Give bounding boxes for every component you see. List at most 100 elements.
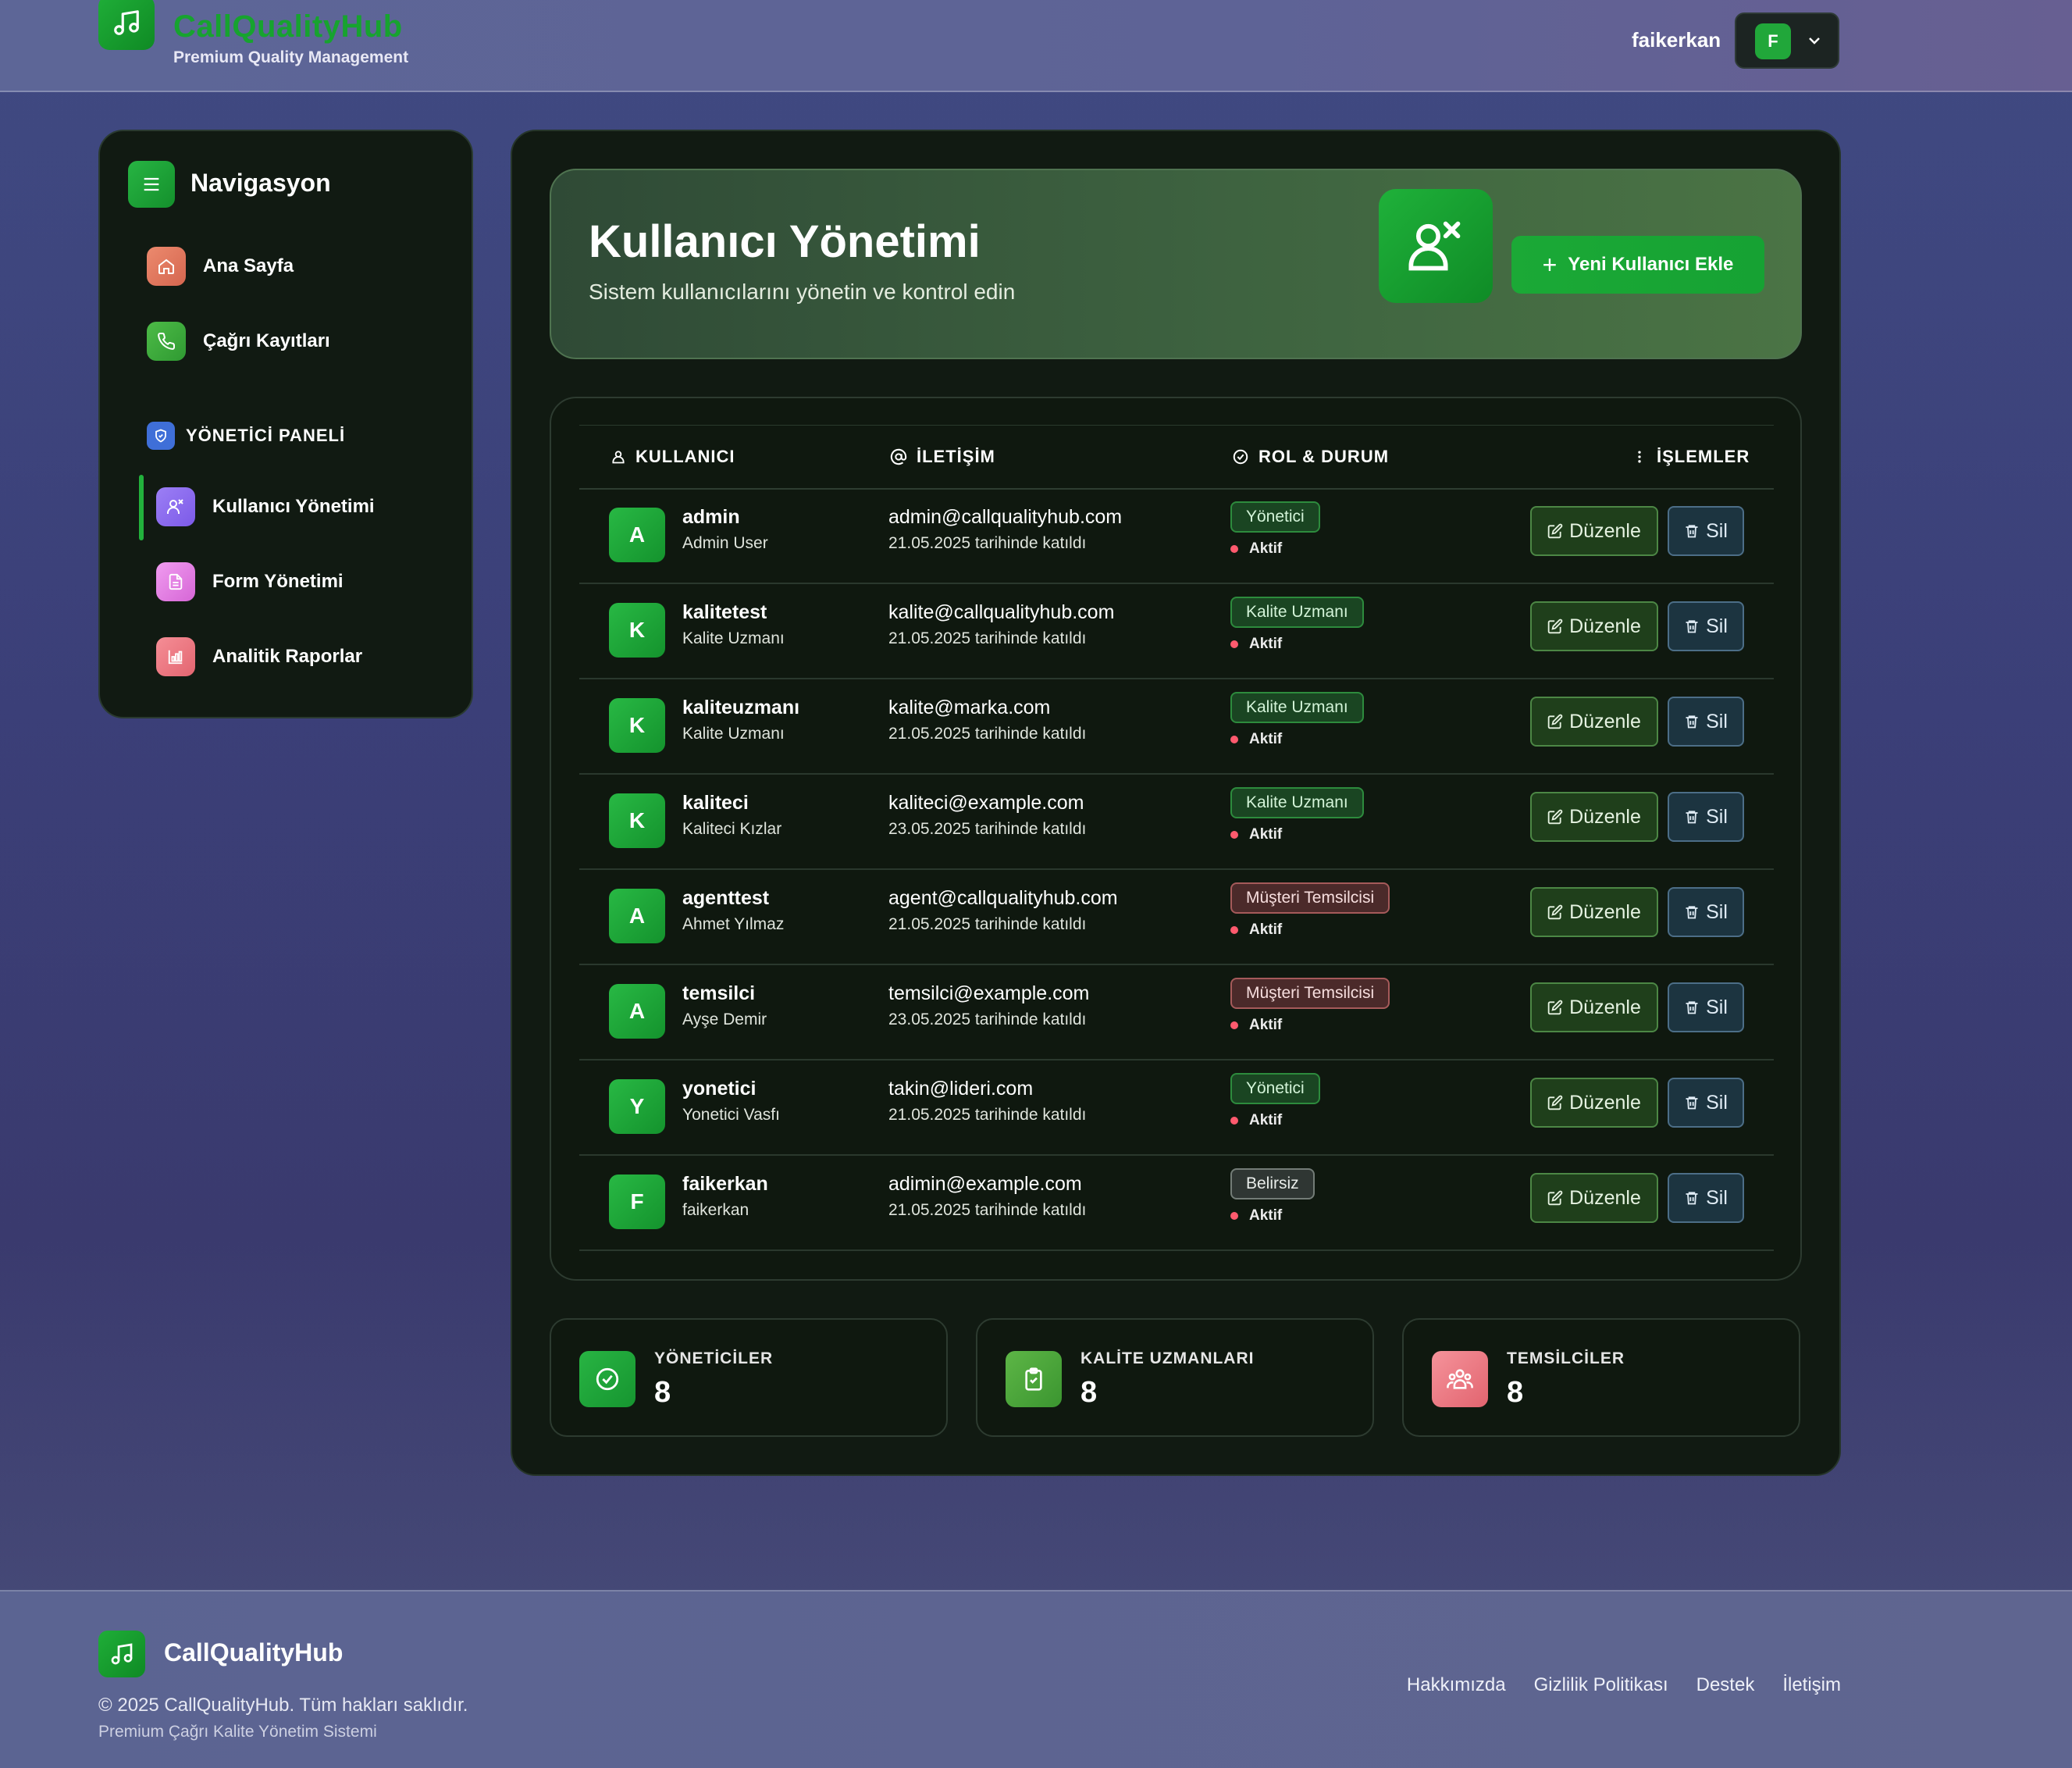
avatar: F xyxy=(1755,23,1791,59)
edit-label: Düzenle xyxy=(1569,1091,1641,1114)
table-row: Kkaliteuzmanı Kalite Uzmanı kalite@marka.c… xyxy=(579,678,1774,775)
footer-links: Hakkımızda Gizlilik Politikası Destek İl… xyxy=(1379,1674,1841,1696)
more-vertical-icon xyxy=(1638,451,1641,463)
edit-label: Düzenle xyxy=(1569,615,1641,637)
row-joined-date: 21.05.2025 tarihinde katıldı xyxy=(888,1201,1087,1219)
row-username: kalitetest xyxy=(682,601,767,623)
delete-button[interactable]: Sil xyxy=(1668,1078,1744,1128)
edit-icon xyxy=(1547,1095,1563,1110)
edit-button[interactable]: Düzenle xyxy=(1530,506,1658,556)
row-fullname: Kaliteci Kızlar xyxy=(682,820,782,838)
trash-icon xyxy=(1686,525,1698,538)
row-email: kalite@callqualityhub.com xyxy=(888,601,1115,623)
row-username: temsilci xyxy=(682,982,756,1004)
row-email: kaliteci@example.com xyxy=(888,792,1084,814)
avatar: A xyxy=(609,889,665,943)
music-logo-icon xyxy=(98,1631,145,1677)
role-badge: Belirsiz xyxy=(1230,1168,1315,1199)
row-fullname: Ahmet Yılmaz xyxy=(682,915,785,933)
edit-button[interactable]: Düzenle xyxy=(1530,792,1658,842)
users-table: KULLANICI İLETİŞİM ROL & DURUM İŞLEMLER … xyxy=(550,397,1802,1281)
sidebar-item-calls[interactable]: Çağrı Kayıtları xyxy=(100,314,520,369)
avatar: F xyxy=(609,1175,665,1229)
delete-button[interactable]: Sil xyxy=(1668,982,1744,1032)
sidebar-item-analytics[interactable]: Analitik Raporlar xyxy=(100,629,529,684)
user-menu-button[interactable]: F xyxy=(1735,12,1839,69)
check-circle-icon xyxy=(1233,449,1248,465)
table-row: Aagenttest Ahmet Yılmaz agent@callqualityh… xyxy=(579,868,1774,965)
brand-name[interactable]: CallQualityHub xyxy=(173,9,403,45)
avatar: A xyxy=(609,508,665,562)
sidebar-item-user-management[interactable]: Kullanıcı Yönetimi xyxy=(100,479,529,534)
table-row: Yyonetici Yonetici Vasfı takin@lideri.com 2… xyxy=(579,1059,1774,1156)
add-user-button[interactable]: + Yeni Kullanıcı Ekle xyxy=(1511,236,1764,294)
trash-icon xyxy=(1686,906,1698,919)
footer-link-privacy[interactable]: Gizlilik Politikası xyxy=(1534,1674,1668,1696)
user-manage-icon xyxy=(156,487,195,526)
edit-button[interactable]: Düzenle xyxy=(1530,601,1658,651)
delete-button[interactable]: Sil xyxy=(1668,1173,1744,1223)
delete-button[interactable]: Sil xyxy=(1668,697,1744,747)
trash-icon xyxy=(1686,1192,1698,1205)
row-email: takin@lideri.com xyxy=(888,1078,1034,1100)
role-badge: Yönetici xyxy=(1230,1073,1320,1104)
edit-icon xyxy=(1547,618,1563,634)
sidebar-item-home[interactable]: Ana Sayfa xyxy=(100,239,520,294)
role-badge: Yönetici xyxy=(1230,501,1320,533)
trash-icon xyxy=(1686,811,1698,824)
edit-label: Düzenle xyxy=(1569,710,1641,733)
edit-button[interactable]: Düzenle xyxy=(1530,697,1658,747)
status-badge: Aktif xyxy=(1230,921,1282,939)
delete-button[interactable]: Sil xyxy=(1668,792,1744,842)
footer-link-about[interactable]: Hakkımızda xyxy=(1407,1674,1506,1696)
row-email: adimin@example.com xyxy=(888,1173,1082,1195)
status-text: Aktif xyxy=(1249,921,1283,938)
edit-button[interactable]: Düzenle xyxy=(1530,982,1658,1032)
row-email: agent@callqualityhub.com xyxy=(888,887,1118,909)
page-subtitle: Sistem kullanıcılarını yönetin ve kontro… xyxy=(589,280,1016,304)
sidebar-item-label: Form Yönetimi xyxy=(212,571,344,592)
stat-label: YÖNETİCİLER xyxy=(654,1349,774,1367)
delete-button[interactable]: Sil xyxy=(1668,506,1744,556)
role-badge: Kalite Uzmanı xyxy=(1230,692,1364,723)
phone-icon xyxy=(147,322,186,361)
row-joined-date: 23.05.2025 tarihinde katıldı xyxy=(888,1011,1087,1028)
status-text: Aktif xyxy=(1249,636,1283,652)
chart-icon xyxy=(156,637,195,676)
sidebar-item-forms[interactable]: Form Yönetimi xyxy=(100,554,529,609)
stat-value: 8 xyxy=(1507,1376,1524,1409)
status-text: Aktif xyxy=(1249,1017,1283,1033)
edit-button[interactable]: Düzenle xyxy=(1530,887,1658,937)
status-dot xyxy=(1230,545,1238,553)
delete-button[interactable]: Sil xyxy=(1668,887,1744,937)
row-fullname: faikerkan xyxy=(682,1201,749,1219)
role-badge: Kalite Uzmanı xyxy=(1230,597,1364,628)
status-dot xyxy=(1230,736,1238,743)
status-badge: Aktif xyxy=(1230,636,1282,653)
music-logo-icon[interactable] xyxy=(98,0,155,50)
footer-link-contact[interactable]: İletişim xyxy=(1782,1674,1841,1696)
status-text: Aktif xyxy=(1249,1112,1283,1128)
footer-copyright: © 2025 CallQualityHub. Tüm hakları saklı… xyxy=(98,1695,468,1716)
stat-value: 8 xyxy=(654,1376,671,1409)
footer-link-support[interactable]: Destek xyxy=(1696,1674,1755,1696)
edit-icon xyxy=(1547,714,1563,729)
admin-section-title: YÖNETİCİ PANELİ xyxy=(186,426,346,445)
delete-button[interactable]: Sil xyxy=(1668,601,1744,651)
row-fullname: Kalite Uzmanı xyxy=(682,725,785,743)
trash-icon xyxy=(1686,620,1698,633)
sidebar-title: Navigasyon xyxy=(190,169,331,197)
delete-label: Sil xyxy=(1706,900,1728,923)
stat-label: KALİTE UZMANLARI xyxy=(1081,1349,1255,1367)
role-badge: Kalite Uzmanı xyxy=(1230,787,1364,818)
shield-check-icon xyxy=(579,1351,635,1407)
row-joined-date: 23.05.2025 tarihinde katıldı xyxy=(888,820,1087,838)
edit-label: Düzenle xyxy=(1569,900,1641,923)
edit-button[interactable]: Düzenle xyxy=(1530,1173,1658,1223)
delete-label: Sil xyxy=(1706,1186,1728,1209)
sidebar-item-label: Ana Sayfa xyxy=(203,255,294,276)
edit-button[interactable]: Düzenle xyxy=(1530,1078,1658,1128)
row-username: kaliteci xyxy=(682,792,749,814)
row-username: yonetici xyxy=(682,1078,757,1100)
row-joined-date: 21.05.2025 tarihinde katıldı xyxy=(888,1106,1087,1124)
